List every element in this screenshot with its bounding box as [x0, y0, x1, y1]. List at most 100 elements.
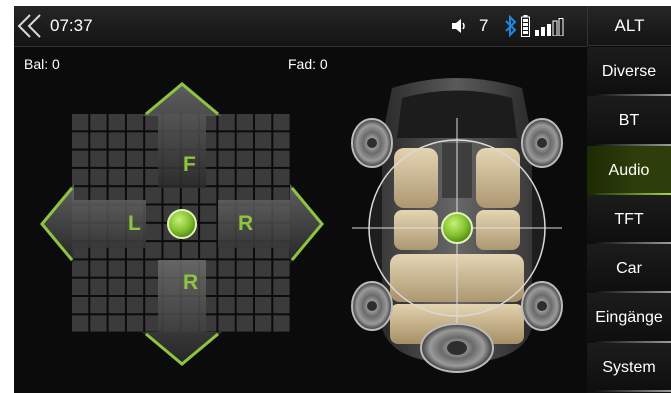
grid-cell [218, 297, 235, 314]
right-letter: R [238, 212, 254, 235]
grid-cell [108, 297, 125, 314]
grid-cell [236, 260, 253, 277]
grid-cell [255, 150, 272, 167]
status-bar: 07:37 7 [14, 6, 587, 47]
grid-cell [255, 297, 272, 314]
grid-cell [72, 150, 89, 167]
grid-cell [108, 278, 125, 295]
alt-button[interactable]: ALT [587, 6, 671, 46]
grid-cell [200, 223, 217, 241]
subwoofer-icon [420, 323, 494, 373]
sidebar-item-diverse[interactable]: Diverse [587, 47, 671, 97]
grid-cell [236, 297, 253, 314]
balance-value: Bal: 0 [24, 56, 60, 72]
grid-cell [273, 132, 290, 149]
battery-icon [521, 15, 530, 37]
speaker-front-left-icon [351, 118, 393, 168]
sidebar-item-tft[interactable]: TFT [587, 194, 671, 245]
grid-cell [72, 315, 89, 332]
grid-cell [255, 315, 272, 332]
grid-cell [236, 315, 253, 332]
grid-cell [218, 315, 235, 332]
left-letter: L [128, 212, 141, 235]
grid-cell [218, 114, 235, 131]
grid-cell [126, 132, 144, 149]
grid-cell [90, 168, 107, 186]
grid-cell [90, 260, 107, 277]
grid-cell [145, 223, 162, 241]
grid-cell [218, 278, 235, 295]
volume-level: 7 [479, 16, 489, 35]
sidebar-item-bt[interactable]: BT [587, 96, 671, 146]
audio-settings-screen: 07:37 7 ALT Diverse BT Audio TFT Car Ein… [14, 6, 671, 393]
balance-fader-pad[interactable]: F R L R [36, 78, 328, 370]
grid-cell [108, 260, 125, 277]
speaker-rear-left-icon [351, 281, 393, 331]
clock: 07:37 [50, 16, 93, 35]
sidebar-item-audio[interactable]: Audio [587, 145, 671, 196]
grid-cell [273, 168, 290, 186]
grid-cell [255, 114, 272, 131]
grid-cell [90, 132, 107, 149]
grid-cell [72, 114, 89, 131]
grid-cell [273, 150, 290, 167]
grid-cell [126, 315, 144, 332]
grid-cell [108, 168, 125, 186]
fader-knob[interactable] [441, 212, 473, 244]
balance-knob[interactable] [167, 209, 197, 239]
rear-letter: R [183, 271, 199, 294]
grid-cell [90, 315, 107, 332]
grid-cell [90, 114, 107, 131]
grid-cell [126, 297, 144, 314]
grid-cell [236, 132, 253, 149]
grid-cell [145, 242, 162, 259]
grid-cell [200, 187, 217, 204]
car-speaker-view[interactable] [332, 78, 582, 378]
grid-cell [273, 315, 290, 332]
grid-cell [273, 278, 290, 295]
grid-cell [255, 168, 272, 186]
sidebar-item-system[interactable]: System [587, 342, 671, 393]
grid-cell [163, 187, 180, 204]
grid-cell [255, 260, 272, 277]
sidebar-item-car[interactable]: Car [587, 244, 671, 294]
back-button[interactable] [16, 13, 46, 39]
sidebar-item-eingaenge[interactable]: Eingänge [587, 293, 671, 344]
grid-cell [181, 242, 199, 259]
grid-cell [108, 132, 125, 149]
speaker-rear-right-icon [521, 281, 563, 331]
signal-strength-icon [535, 18, 564, 36]
grid-cell [108, 114, 125, 131]
grid-cell [72, 168, 89, 186]
speaker-icon [452, 19, 465, 33]
grid-cell [90, 297, 107, 314]
grid-cell [126, 278, 144, 295]
grid-cell [72, 132, 89, 149]
grid-cell [236, 150, 253, 167]
grid-cell [273, 297, 290, 314]
bluetooth-icon [505, 15, 517, 37]
grid-cell [163, 242, 180, 259]
speaker-front-right-icon [521, 118, 563, 168]
grid-cell [273, 114, 290, 131]
grid-cell [255, 132, 272, 149]
grid-cell [218, 260, 235, 277]
fader-value: Fad: 0 [288, 56, 328, 72]
front-letter: F [183, 153, 196, 176]
grid-cell [255, 278, 272, 295]
grid-cell [200, 242, 217, 259]
grid-cell [145, 205, 162, 222]
grid-cell [126, 168, 144, 186]
grid-cell [72, 260, 89, 277]
grid-cell [72, 278, 89, 295]
grid-cell [108, 315, 125, 332]
grid-cell [126, 150, 144, 167]
grid-cell [236, 168, 253, 186]
double-chevron-left-icon [17, 14, 41, 38]
grid-cell [90, 278, 107, 295]
grid-cell [72, 297, 89, 314]
grid-cell [236, 114, 253, 131]
grid-cell [236, 278, 253, 295]
grid-cell [218, 150, 235, 167]
grid-cell [218, 132, 235, 149]
